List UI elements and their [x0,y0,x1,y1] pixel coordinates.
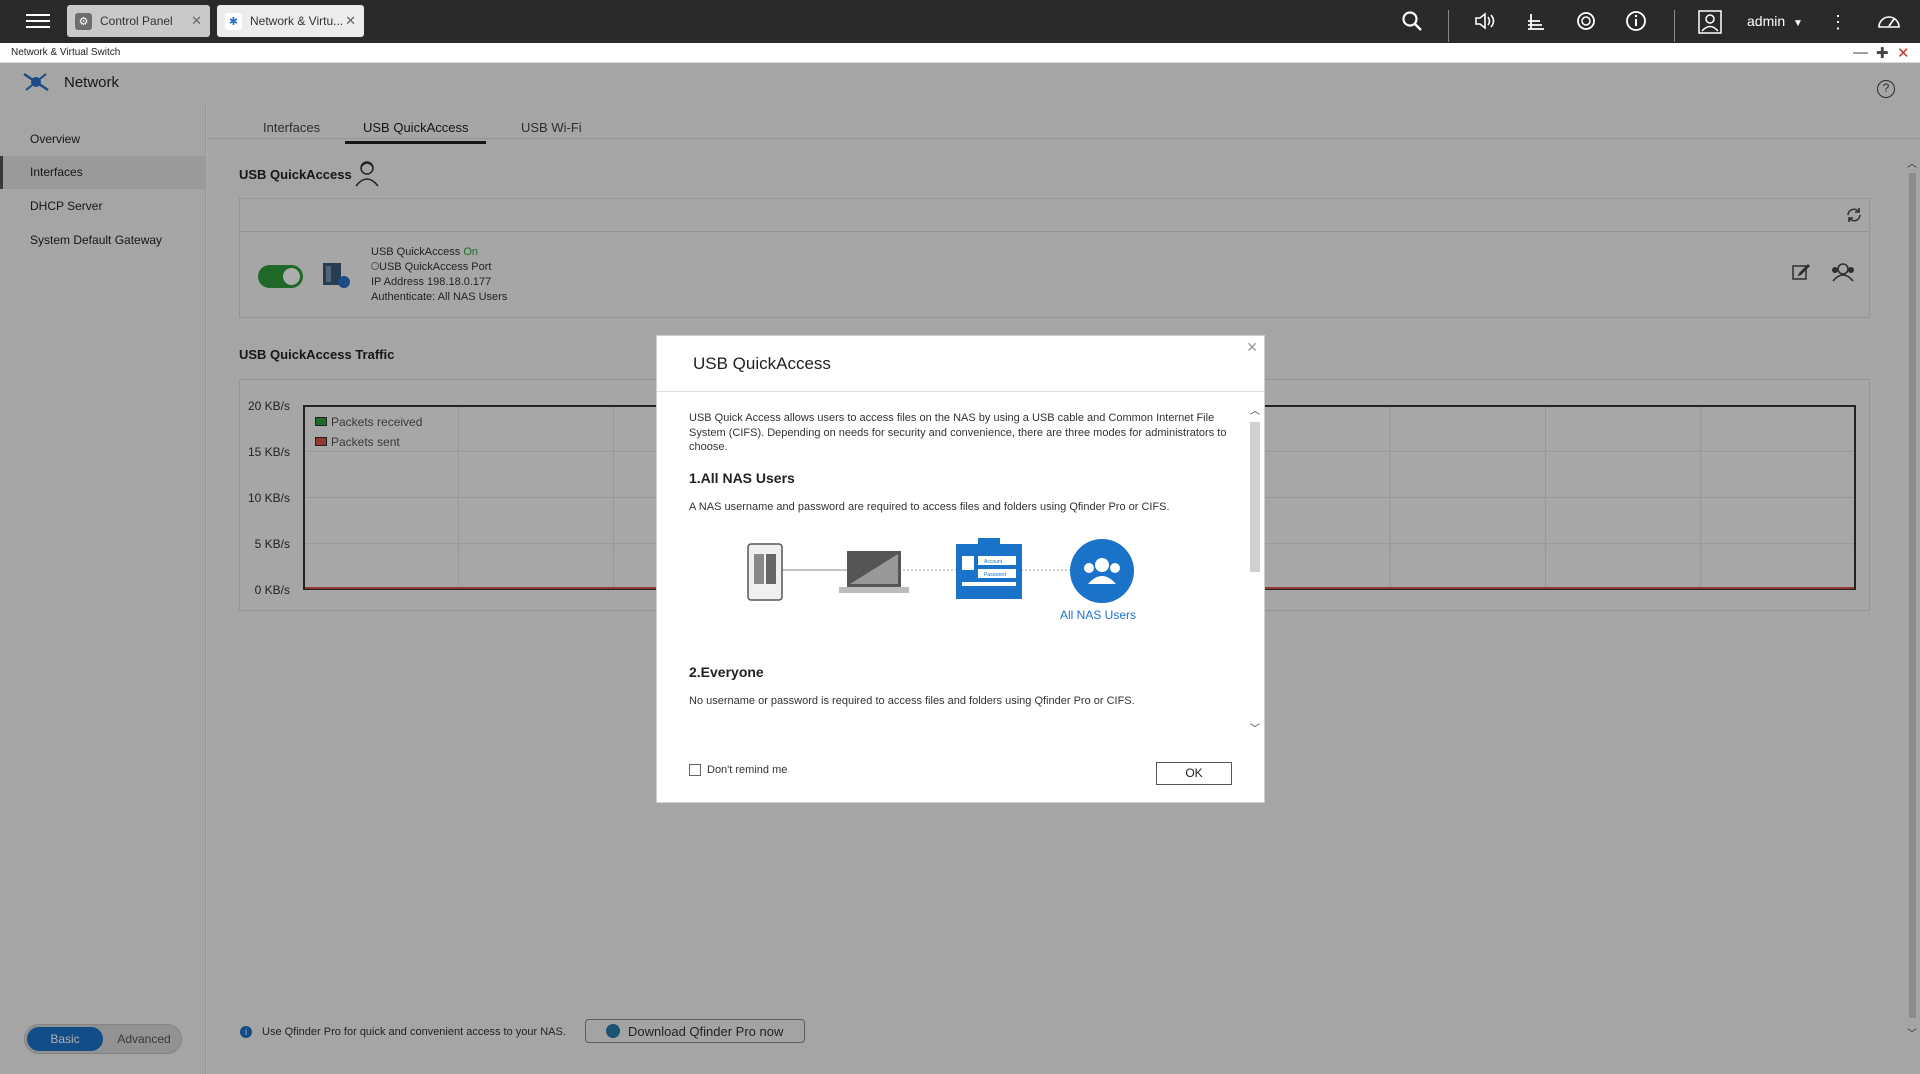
credentials-card-icon: Account Password [956,538,1022,599]
chevron-down-icon: ▼ [1793,18,1803,29]
tab-network[interactable]: ✱ Network & Virtu... ✕ [217,5,364,37]
tab-label: Network & Virtu... [250,14,344,28]
close-icon[interactable]: ✕ [345,13,356,29]
close-icon[interactable]: ✕ [1897,44,1910,62]
mode2-description: No username or password is required to a… [689,695,1135,707]
info-icon[interactable] [1624,10,1648,34]
tab-label: Control Panel [100,14,173,28]
card-password-label: Password [984,572,1006,578]
divider [1674,10,1675,42]
dashboard-icon[interactable] [1876,10,1900,34]
card-account-label: Account [984,559,1003,565]
mode1-title: 1.All NAS Users [689,469,795,486]
tasks-icon[interactable] [1524,10,1548,34]
menu-icon[interactable] [26,10,50,32]
nas-icon [747,543,783,601]
mode1-description: A NAS username and password are required… [689,500,1170,513]
users-group-icon [1070,539,1134,603]
username: admin [1747,13,1786,29]
laptop-icon [839,551,909,593]
close-icon[interactable]: ✕ [191,13,202,29]
mode1-caption: All NAS Users [1060,608,1137,622]
dont-remind-label: Don't remind me [707,764,788,776]
user-avatar-icon[interactable] [1698,10,1722,34]
dont-remind-checkbox[interactable] [689,764,701,776]
search-icon[interactable] [1400,10,1424,34]
divider [657,391,1264,392]
divider [1448,10,1449,42]
chevron-down-icon[interactable]: ﹀ [1250,720,1260,735]
more-vertical-icon[interactable]: ⋮ [1826,10,1850,34]
close-icon[interactable]: ✕ [1246,339,1258,356]
scrollbar-thumb[interactable] [1250,422,1260,572]
ok-button[interactable]: OK [1156,762,1232,785]
sync-icon[interactable] [1574,10,1598,34]
network-icon: ✱ [225,12,242,30]
gear-icon: ⚙ [75,12,92,30]
usb-quickaccess-dialog: USB QuickAccess ✕ USB Quick Access allow… [656,335,1265,803]
volume-icon[interactable] [1473,10,1497,34]
dialog-body: USB Quick Access allows users to access … [689,411,1231,711]
mode1-illustration: Account Password All NAS Users [689,514,1231,634]
top-bar: ⚙ Control Panel ✕ ✱ Network & Virtu... ✕… [0,0,1920,43]
dialog-intro: USB Quick Access allows users to access … [689,412,1227,453]
minimize-icon[interactable]: — [1853,44,1868,61]
chevron-up-icon[interactable]: ︿ [1250,402,1260,417]
window-title: Network & Virtual Switch [11,47,121,58]
tab-control-panel[interactable]: ⚙ Control Panel ✕ [67,5,210,37]
user-menu[interactable]: admin ▼ [1747,13,1803,29]
window-title-bar: Network & Virtual Switch — ✚ ✕ [0,43,1920,63]
dialog-title: USB QuickAccess [693,354,831,373]
mode2-title: 2.Everyone [689,664,764,680]
maximize-icon[interactable]: ✚ [1876,44,1889,62]
